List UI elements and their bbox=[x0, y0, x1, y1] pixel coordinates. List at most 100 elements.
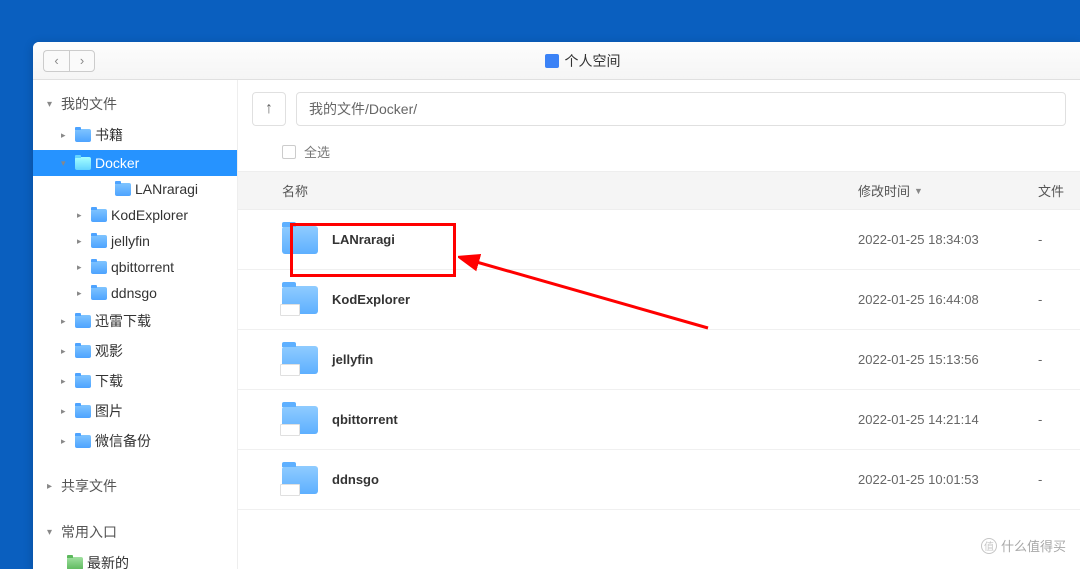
sidebar-item-download[interactable]: ▸ 下载 bbox=[33, 366, 237, 396]
sidebar: ▾ 我的文件 ▸ 书籍 ▾ Docker LANraragi ▸ K bbox=[33, 80, 238, 569]
sidebar-item-label: 最新的 bbox=[87, 553, 129, 569]
sidebar-item-watch[interactable]: ▸ 观影 bbox=[33, 336, 237, 366]
cell-time: 2022-01-25 15:13:56 bbox=[850, 352, 1030, 367]
nav-forward-button[interactable]: › bbox=[69, 50, 95, 72]
sidebar-item-label: jellyfin bbox=[111, 233, 150, 249]
chevron-right-icon: ▸ bbox=[77, 210, 87, 221]
tab-label: 个人空间 bbox=[565, 51, 621, 71]
sidebar-item-xunlei[interactable]: ▸ 迅雷下载 bbox=[33, 306, 237, 336]
arrow-up-icon: ↑ bbox=[265, 100, 273, 118]
folder-icon bbox=[282, 406, 318, 434]
folder-icon bbox=[282, 286, 318, 314]
sidebar-item-label: 微信备份 bbox=[95, 431, 151, 451]
sidebar-item-label: qbittorrent bbox=[111, 259, 174, 275]
path-input[interactable] bbox=[296, 92, 1066, 126]
sidebar-item-ddnsgo[interactable]: ▸ ddnsgo bbox=[33, 280, 237, 306]
chevron-right-icon: ▸ bbox=[77, 236, 87, 247]
nav-buttons: ‹ › bbox=[43, 50, 95, 72]
file-name: LANraragi bbox=[332, 232, 395, 247]
cell-name: jellyfin bbox=[238, 346, 850, 374]
section-label: 共享文件 bbox=[61, 476, 117, 496]
watermark-icon: 值 bbox=[981, 538, 997, 554]
folder-icon bbox=[282, 346, 318, 374]
path-bar: ↑ bbox=[238, 80, 1080, 138]
file-name: qbittorrent bbox=[332, 412, 398, 427]
cell-time: 2022-01-25 14:21:14 bbox=[850, 412, 1030, 427]
folder-icon bbox=[282, 466, 318, 494]
select-all-row[interactable]: 全选 bbox=[238, 138, 1080, 171]
watermark-text: 什么值得买 bbox=[1001, 536, 1066, 555]
chevron-right-icon: ▸ bbox=[61, 346, 71, 357]
cell-time: 2022-01-25 18:34:03 bbox=[850, 232, 1030, 247]
cell-time: 2022-01-25 16:44:08 bbox=[850, 292, 1030, 307]
sidebar-item-label: Docker bbox=[95, 155, 139, 171]
file-name: jellyfin bbox=[332, 352, 373, 367]
table-row[interactable]: qbittorrent 2022-01-25 14:21:14- bbox=[238, 390, 1080, 450]
folder-icon bbox=[75, 405, 91, 418]
sidebar-section-shared[interactable]: ▸ 共享文件 bbox=[33, 470, 237, 502]
sidebar-item-docker[interactable]: ▾ Docker bbox=[33, 150, 237, 176]
sidebar-item-label: 下载 bbox=[95, 371, 123, 391]
sidebar-section-myfiles[interactable]: ▾ 我的文件 bbox=[33, 88, 237, 120]
column-size[interactable]: 文件 bbox=[1030, 172, 1080, 209]
section-label: 常用入口 bbox=[61, 522, 117, 542]
sidebar-item-label: LANraragi bbox=[135, 181, 198, 197]
folder-icon bbox=[75, 345, 91, 358]
chevron-right-icon: ▸ bbox=[77, 288, 87, 299]
table-row[interactable]: ddnsgo2022-01-25 10:01:53- bbox=[238, 450, 1080, 510]
sidebar-item-lanraragi[interactable]: LANraragi bbox=[33, 176, 237, 202]
folder-icon bbox=[75, 157, 91, 170]
table-row[interactable]: jellyfin2022-01-25 15:13:56- bbox=[238, 330, 1080, 390]
folder-icon bbox=[91, 261, 107, 274]
sidebar-item-books[interactable]: ▸ 书籍 bbox=[33, 120, 237, 150]
window-tab[interactable]: 个人空间 bbox=[95, 51, 1070, 71]
up-button[interactable]: ↑ bbox=[252, 92, 286, 126]
chevron-right-icon: ▸ bbox=[61, 406, 71, 417]
chevron-right-icon: ▸ bbox=[61, 436, 71, 447]
sidebar-item-jellyfin[interactable]: ▸ jellyfin bbox=[33, 228, 237, 254]
chevron-down-icon: ▾ bbox=[61, 158, 71, 169]
watermark: 值 什么值得买 bbox=[981, 536, 1066, 555]
cell-name: LANraragi bbox=[238, 226, 850, 254]
window-body: ▾ 我的文件 ▸ 书籍 ▾ Docker LANraragi ▸ K bbox=[33, 80, 1080, 569]
column-time[interactable]: 修改时间 ▼ bbox=[850, 172, 1030, 209]
table-row[interactable]: LANraragi 2022-01-25 18:34:03- bbox=[238, 210, 1080, 270]
app-window: ‹ › 个人空间 ▾ 我的文件 ▸ 书籍 ▾ Docker bbox=[33, 42, 1080, 569]
sidebar-section-quick[interactable]: ▾ 常用入口 bbox=[33, 516, 237, 548]
folder-icon bbox=[75, 435, 91, 448]
folder-icon bbox=[75, 315, 91, 328]
file-list: LANraragi2022-01-25 18:34:03-KodExplorer… bbox=[238, 210, 1080, 510]
folder-icon bbox=[75, 375, 91, 388]
select-all-label: 全选 bbox=[304, 142, 330, 161]
table-header: 名称 修改时间 ▼ 文件 bbox=[238, 171, 1080, 210]
sidebar-item-kodexplorer[interactable]: ▸ KodExplorer bbox=[33, 202, 237, 228]
cell-size: - bbox=[1030, 412, 1080, 427]
chevron-right-icon: ▸ bbox=[77, 262, 87, 273]
file-name: KodExplorer bbox=[332, 292, 410, 307]
nav-back-button[interactable]: ‹ bbox=[43, 50, 69, 72]
chevron-right-icon: ▸ bbox=[61, 130, 71, 141]
column-name[interactable]: 名称 bbox=[238, 172, 850, 209]
folder-icon bbox=[282, 226, 318, 254]
folder-icon bbox=[91, 235, 107, 248]
folder-icon bbox=[91, 209, 107, 222]
sidebar-item-recent[interactable]: 最新的 bbox=[33, 548, 237, 569]
cell-size: - bbox=[1030, 232, 1080, 247]
sidebar-item-label: KodExplorer bbox=[111, 207, 188, 223]
sidebar-item-pictures[interactable]: ▸ 图片 bbox=[33, 396, 237, 426]
folder-icon bbox=[67, 557, 83, 569]
sidebar-item-label: 观影 bbox=[95, 341, 123, 361]
titlebar: ‹ › 个人空间 bbox=[33, 42, 1080, 80]
chevron-right-icon: ▸ bbox=[47, 481, 57, 492]
folder-icon bbox=[75, 129, 91, 142]
chevron-right-icon: ▸ bbox=[61, 316, 71, 327]
sidebar-item-qbittorrent[interactable]: ▸ qbittorrent bbox=[33, 254, 237, 280]
checkbox-icon[interactable] bbox=[282, 145, 296, 159]
cell-size: - bbox=[1030, 292, 1080, 307]
table-row[interactable]: KodExplorer 2022-01-25 16:44:08- bbox=[238, 270, 1080, 330]
section-label: 我的文件 bbox=[61, 94, 117, 114]
cell-name: KodExplorer bbox=[238, 286, 850, 314]
sidebar-item-label: ddnsgo bbox=[111, 285, 157, 301]
sidebar-item-wechat[interactable]: ▸ 微信备份 bbox=[33, 426, 237, 456]
cell-name: ddnsgo bbox=[238, 466, 850, 494]
